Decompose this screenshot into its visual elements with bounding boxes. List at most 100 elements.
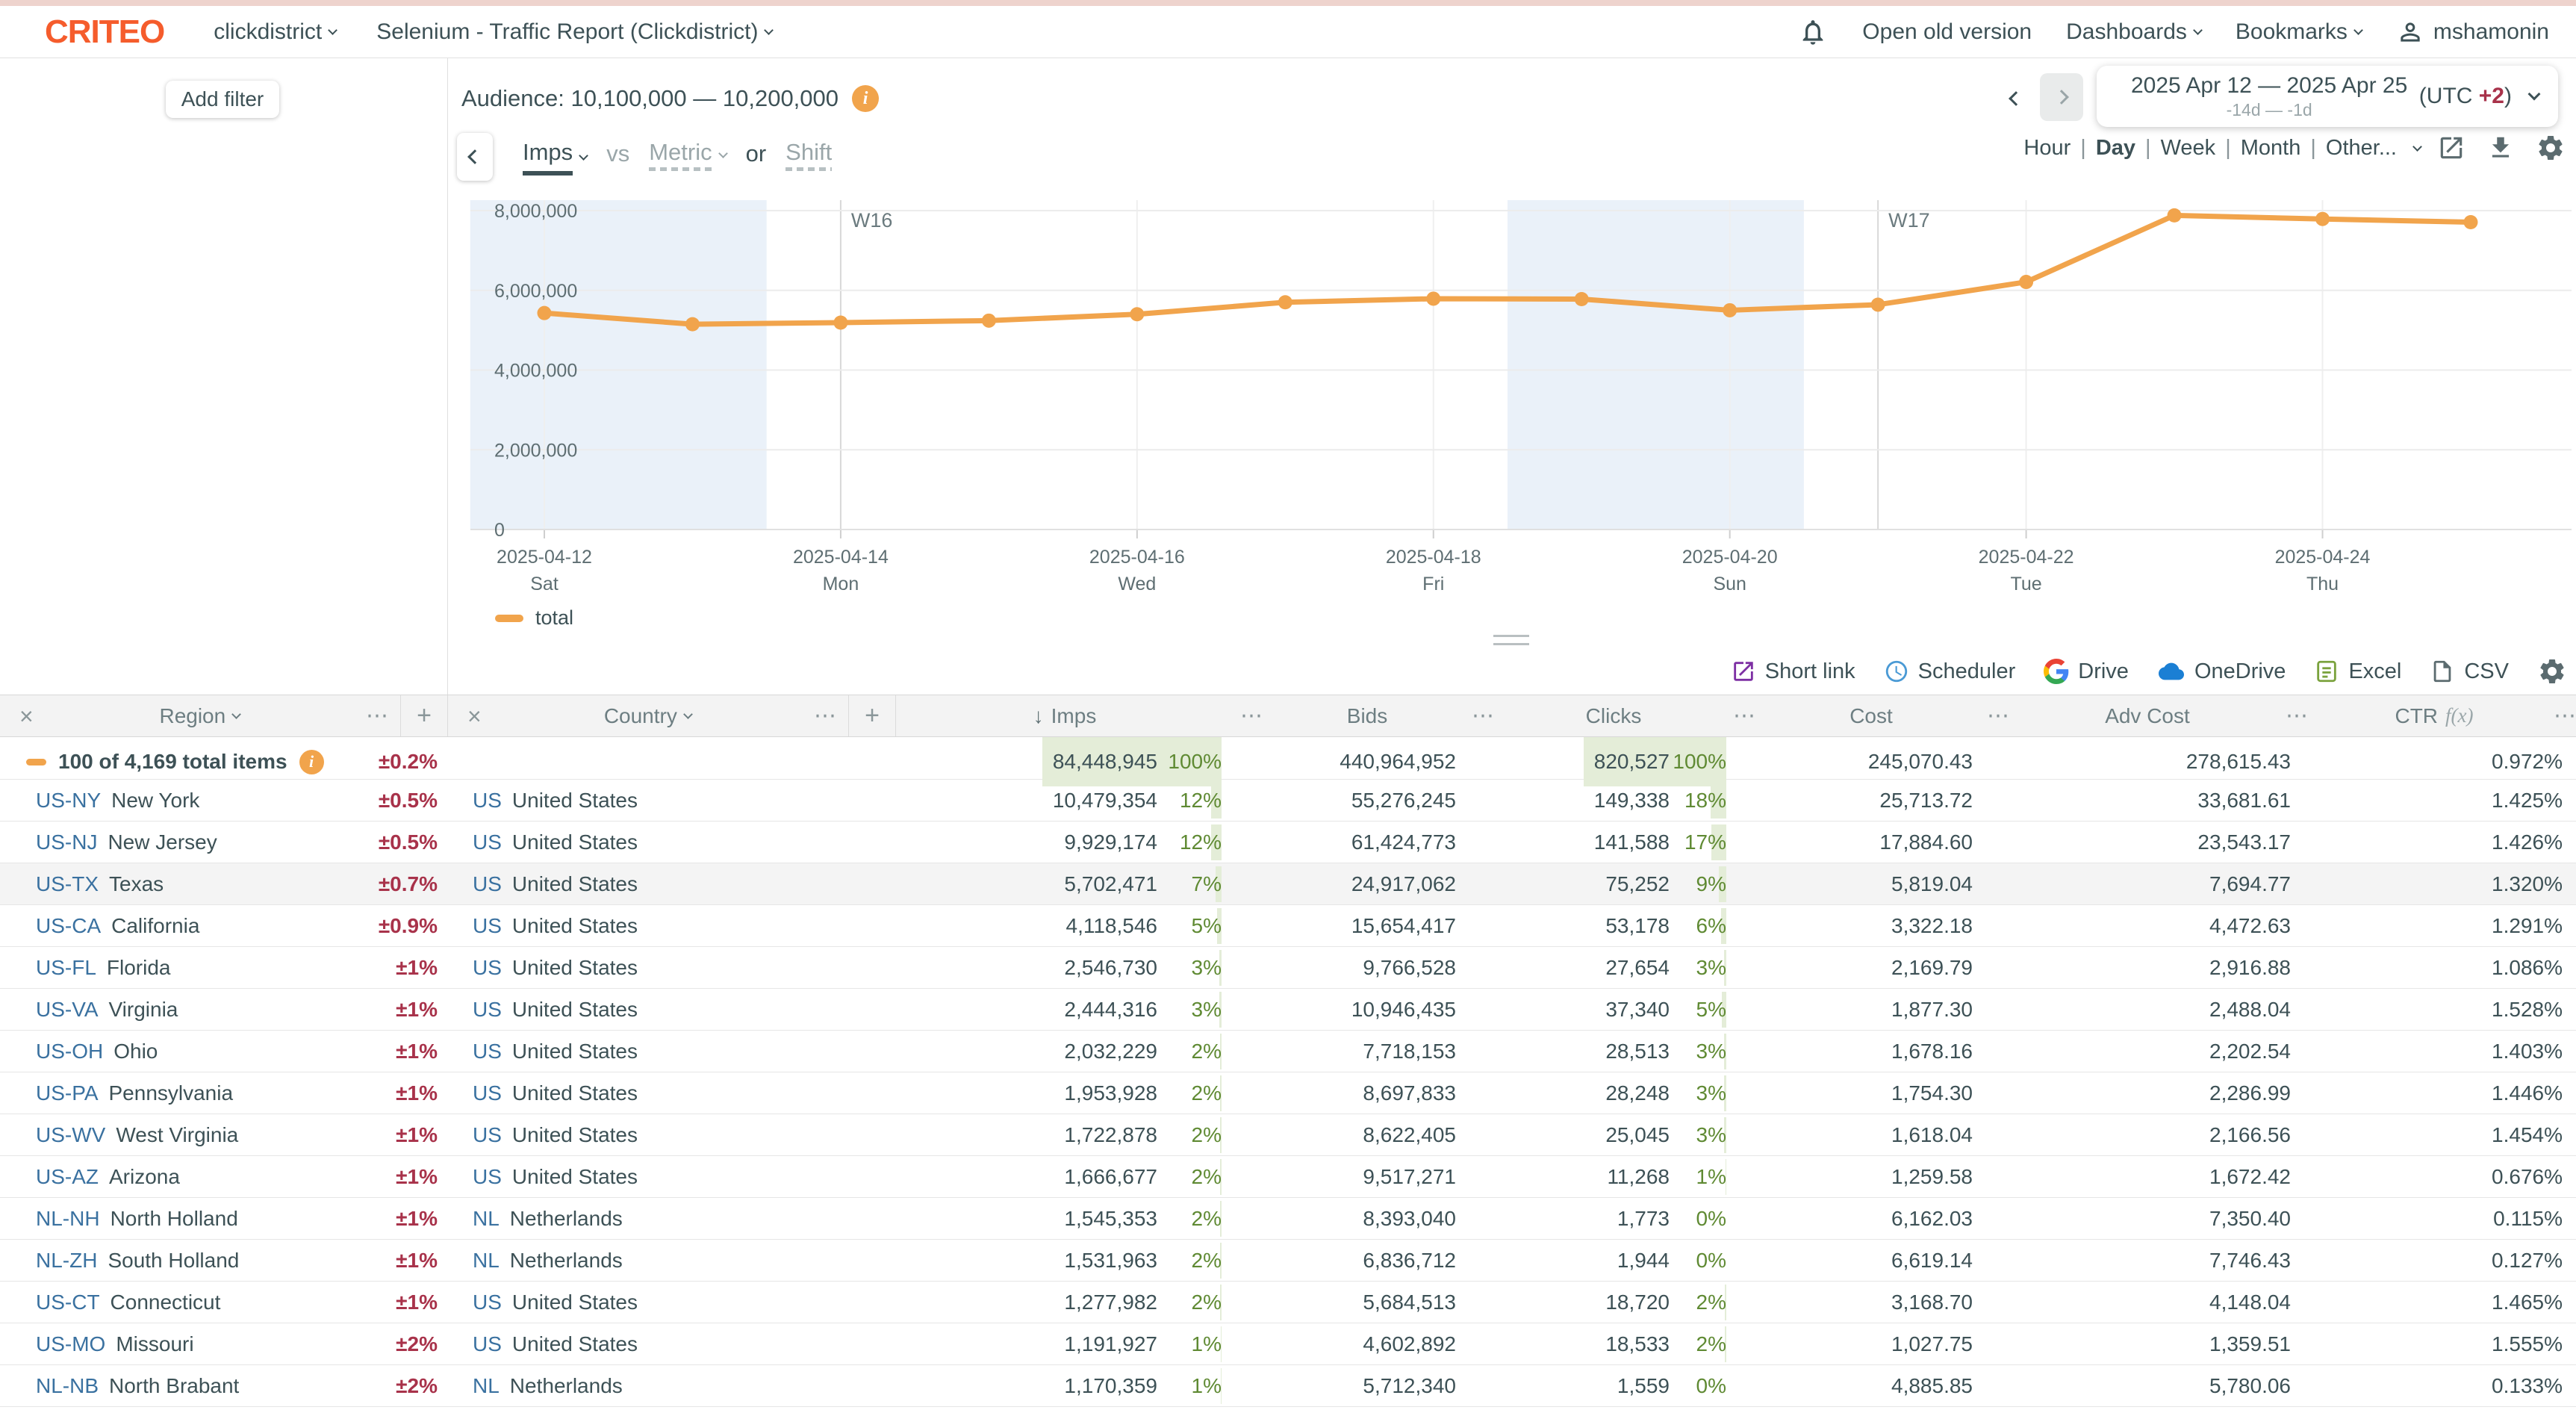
country-code-link[interactable]: US xyxy=(473,872,502,896)
region-column-sort[interactable]: Region xyxy=(34,704,366,728)
region-code-link[interactable]: US-OH xyxy=(36,1040,103,1063)
table-row-us-mo[interactable]: US-MOMissouri±2%USUnited States1,191,927… xyxy=(0,1323,2576,1365)
collapse-chart-button[interactable] xyxy=(457,133,493,181)
region-code-link[interactable]: US-NY xyxy=(36,789,101,813)
region-code-link[interactable]: US-AZ xyxy=(36,1165,99,1189)
table-row-us-nj[interactable]: US-NJNew Jersey±0.5%USUnited States9,929… xyxy=(0,822,2576,863)
imps-column-sort[interactable]: ↓ Imps xyxy=(896,704,1233,728)
region-code-link[interactable]: NL-NH xyxy=(36,1207,100,1231)
region-code-link[interactable]: US-CT xyxy=(36,1291,100,1314)
table-settings-gear-icon[interactable] xyxy=(2537,656,2567,686)
region-code-link[interactable]: US-NJ xyxy=(36,830,97,854)
open-old-version-link[interactable]: Open old version xyxy=(1862,19,2032,45)
metric-dropdown-imps[interactable]: Imps xyxy=(523,139,587,176)
cost-column-menu-icon[interactable]: ⋯ xyxy=(1980,703,2016,729)
add-dimension-after-region-button[interactable]: + xyxy=(400,695,448,736)
export-csv-button[interactable]: CSV xyxy=(2430,659,2509,684)
region-code-link[interactable]: US-PA xyxy=(36,1081,99,1105)
adv-cost-column-sort[interactable]: Adv Cost xyxy=(2016,704,2279,728)
add-dimension-after-country-button[interactable]: + xyxy=(848,695,896,736)
country-code-link[interactable]: US xyxy=(473,956,502,980)
date-range-selector[interactable]: 2025 Apr 12 — 2025 Apr 25 -14d — -1d (UT… xyxy=(2097,66,2558,127)
country-code-link[interactable]: US xyxy=(473,1291,502,1314)
audience-info-icon[interactable] xyxy=(852,85,879,112)
remove-country-column-icon[interactable]: × xyxy=(467,704,482,728)
country-code-link[interactable]: US xyxy=(473,830,502,854)
granularity-month[interactable]: Month xyxy=(2241,136,2301,161)
clicks-column-menu-icon[interactable]: ⋯ xyxy=(1726,703,1762,729)
table-row-us-wv[interactable]: US-WVWest Virginia±1%USUnited States1,72… xyxy=(0,1114,2576,1156)
granularity-day[interactable]: Day xyxy=(2096,136,2135,161)
adv-cost-column-menu-icon[interactable]: ⋯ xyxy=(2279,703,2315,729)
country-code-link[interactable]: US xyxy=(473,1165,502,1189)
date-prev-button[interactable] xyxy=(2000,78,2032,119)
region-code-link[interactable]: NL-NB xyxy=(36,1374,99,1398)
granularity-other[interactable]: Other... xyxy=(2326,136,2397,161)
bids-column-menu-icon[interactable]: ⋯ xyxy=(1465,703,1501,729)
region-code-link[interactable]: US-TX xyxy=(36,872,99,896)
granularity-week[interactable]: Week xyxy=(2161,136,2216,161)
country-code-link[interactable]: US xyxy=(473,914,502,938)
table-row-us-ct[interactable]: US-CTConnecticut±1%USUnited States1,277,… xyxy=(0,1282,2576,1323)
bookmarks-menu[interactable]: Bookmarks xyxy=(2236,19,2362,45)
country-code-link[interactable]: US xyxy=(473,1040,502,1063)
ctr-column-sort[interactable]: CTR f(x) xyxy=(2315,704,2554,728)
cost-column-sort[interactable]: Cost xyxy=(1762,704,1980,728)
country-code-link[interactable]: US xyxy=(473,998,502,1022)
export-excel-button[interactable]: Excel xyxy=(2314,659,2401,684)
country-code-link[interactable]: NL xyxy=(473,1249,500,1273)
add-filter-button[interactable]: Add filter xyxy=(166,81,279,118)
download-icon[interactable] xyxy=(2486,134,2515,162)
total-info-icon[interactable] xyxy=(299,750,324,774)
table-row-us-pa[interactable]: US-PAPennsylvania±1%USUnited States1,953… xyxy=(0,1072,2576,1114)
country-code-link[interactable]: NL xyxy=(473,1207,500,1231)
export-short-link-button[interactable]: Short link xyxy=(1731,659,1855,684)
table-row-us-ca[interactable]: US-CACalifornia±0.9%USUnited States4,118… xyxy=(0,905,2576,947)
chart-settings-gear-icon[interactable] xyxy=(2536,133,2566,163)
table-row-us-az[interactable]: US-AZArizona±1%USUnited States1,666,6772… xyxy=(0,1156,2576,1198)
region-column-menu-icon[interactable]: ⋯ xyxy=(366,703,388,729)
bids-column-sort[interactable]: Bids xyxy=(1269,704,1465,728)
notifications-bell-icon[interactable] xyxy=(1798,17,1828,47)
region-code-link[interactable]: US-MO xyxy=(36,1332,105,1356)
date-next-button[interactable] xyxy=(2040,73,2083,121)
imps-column-menu-icon[interactable]: ⋯ xyxy=(1233,703,1269,729)
region-code-link[interactable]: US-CA xyxy=(36,914,101,938)
table-row-nl-zh[interactable]: NL-ZHSouth Holland±1%NLNetherlands1,531,… xyxy=(0,1240,2576,1282)
account-selector[interactable]: clickdistrict xyxy=(214,19,336,45)
date-range-label: 2025 Apr 12 — 2025 Apr 25 xyxy=(2131,73,2407,99)
clicks-column-sort[interactable]: Clicks xyxy=(1501,704,1726,728)
table-row-nl-nh[interactable]: NL-NHNorth Holland±1%NLNetherlands1,545,… xyxy=(0,1198,2576,1240)
export-scheduler-button[interactable]: Scheduler xyxy=(1884,659,2016,684)
table-row-us-va[interactable]: US-VAVirginia±1%USUnited States2,444,316… xyxy=(0,989,2576,1031)
country-column-sort[interactable]: Country xyxy=(482,704,814,728)
table-row-us-tx[interactable]: US-TXTexas±0.7%USUnited States5,702,4717… xyxy=(0,863,2576,905)
report-selector[interactable]: Selenium - Traffic Report (Clickdistrict… xyxy=(376,19,772,45)
region-code-link[interactable]: US-FL xyxy=(36,956,96,980)
region-code-link[interactable]: NL-ZH xyxy=(36,1249,97,1273)
chart-resize-handle[interactable] xyxy=(1493,635,1529,651)
region-code-link[interactable]: US-VA xyxy=(36,998,99,1022)
country-code-link[interactable]: NL xyxy=(473,1374,500,1398)
compare-metric-dropdown[interactable]: Metric xyxy=(649,139,726,171)
table-row-us-ny[interactable]: US-NYNew York±0.5%USUnited States10,479,… xyxy=(0,780,2576,822)
table-row-us-fl[interactable]: US-FLFlorida±1%USUnited States2,546,7303… xyxy=(0,947,2576,989)
country-code-link[interactable]: US xyxy=(473,1332,502,1356)
open-in-new-icon[interactable] xyxy=(2437,134,2465,162)
remove-region-column-icon[interactable]: × xyxy=(19,704,34,728)
dashboards-menu[interactable]: Dashboards xyxy=(2066,19,2201,45)
country-column-menu-icon[interactable]: ⋯ xyxy=(814,703,836,729)
shift-selector[interactable]: Shift xyxy=(785,139,832,171)
export-drive-button[interactable]: Drive xyxy=(2044,659,2129,684)
user-menu[interactable]: mshamonin xyxy=(2396,18,2549,46)
ctr-column-menu-icon[interactable]: ⋯ xyxy=(2554,703,2576,729)
legend-item-total[interactable]: total xyxy=(495,606,573,630)
region-code-link[interactable]: US-WV xyxy=(36,1123,105,1147)
country-code-link[interactable]: US xyxy=(473,789,502,813)
table-row-nl-nb[interactable]: NL-NBNorth Brabant±2%NLNetherlands1,170,… xyxy=(0,1365,2576,1407)
export-onedrive-button[interactable]: OneDrive xyxy=(2157,659,2286,684)
table-row-us-oh[interactable]: US-OHOhio±1%USUnited States2,032,2292%7,… xyxy=(0,1031,2576,1072)
country-code-link[interactable]: US xyxy=(473,1123,502,1147)
country-code-link[interactable]: US xyxy=(473,1081,502,1105)
granularity-hour[interactable]: Hour xyxy=(2023,136,2071,161)
